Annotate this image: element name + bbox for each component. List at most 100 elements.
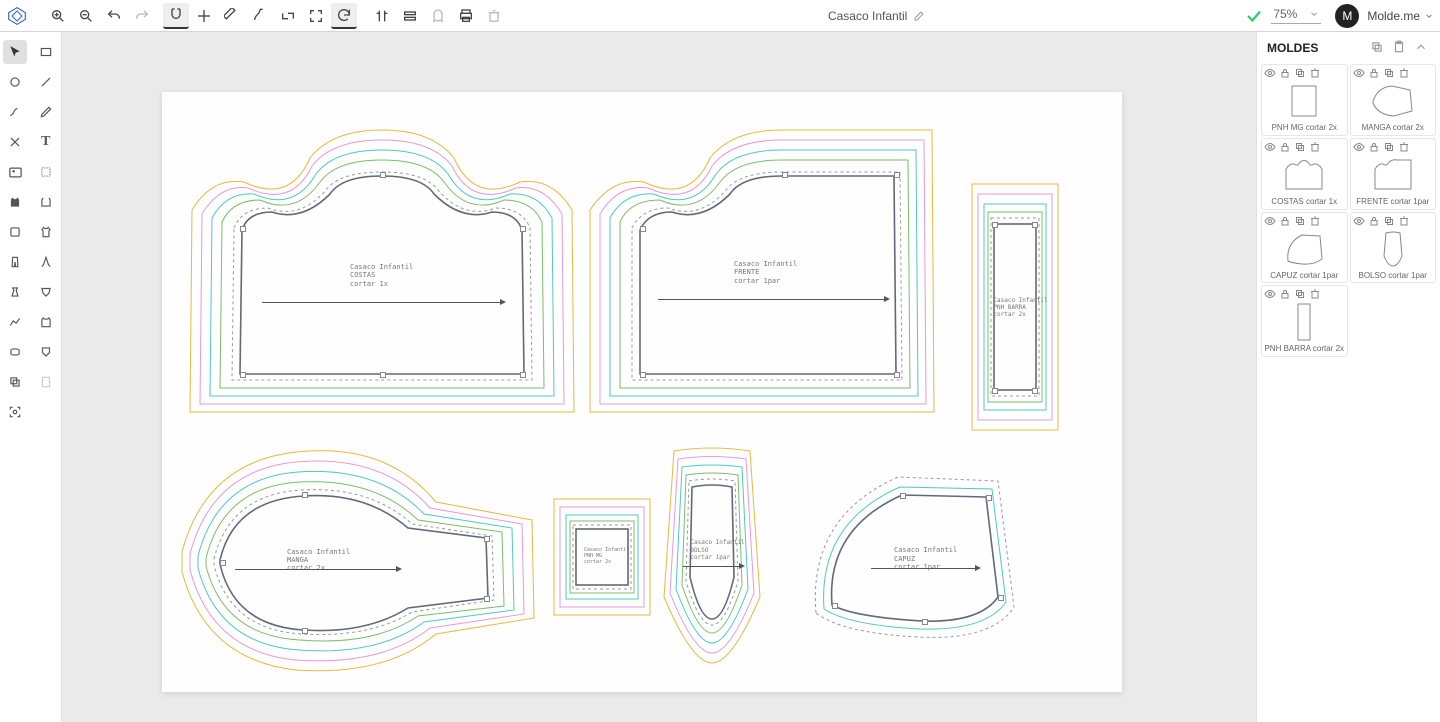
rectangle-tool[interactable] <box>34 40 58 64</box>
zoom-select[interactable]: 75% <box>1271 7 1321 24</box>
item-copy-icon[interactable] <box>1294 288 1307 301</box>
pocket-tool[interactable] <box>34 340 58 364</box>
piece-capuz[interactable]: Casaco InfantilCAPUZcortar 1par <box>802 467 1032 647</box>
item-copy-icon[interactable] <box>1294 215 1307 228</box>
app-logo[interactable] <box>6 5 28 27</box>
piece-manga[interactable]: Casaco InfantilMANGAcortar 2x <box>176 442 546 682</box>
item-trash-icon[interactable] <box>1309 141 1322 154</box>
zoom-value: 75% <box>1273 7 1297 21</box>
path-tool[interactable] <box>3 100 27 124</box>
export-tool[interactable] <box>34 370 58 394</box>
panel-paste-icon[interactable] <box>1392 40 1408 56</box>
item-copy-icon[interactable] <box>1383 67 1396 80</box>
item-copy-icon[interactable] <box>1383 215 1396 228</box>
molde-item[interactable]: MANGA cortar 2x <box>1350 64 1437 136</box>
zoom-in-button[interactable] <box>45 3 71 29</box>
curve-tool-button[interactable] <box>247 3 273 29</box>
user-menu[interactable]: Molde.me <box>1367 9 1434 23</box>
molde-item[interactable]: PNH BARRA cortar 2x <box>1261 285 1348 357</box>
pencil-tool[interactable] <box>34 100 58 124</box>
dress-tool[interactable] <box>3 280 27 304</box>
item-trash-icon[interactable] <box>1398 215 1411 228</box>
piece-costas[interactable]: Casaco InfantilCOSTAScortar 1x <box>182 122 582 422</box>
piece-pnh-barra[interactable]: Casaco InfantilPNH BARRAcortar 2x <box>970 182 1060 432</box>
underwear-tool[interactable] <box>34 280 58 304</box>
item-copy-icon[interactable] <box>1294 67 1307 80</box>
item-eye-icon[interactable] <box>1353 215 1366 228</box>
molde-item[interactable]: PNH MG cortar 2x <box>1261 64 1348 136</box>
item-lock-icon[interactable] <box>1279 67 1292 80</box>
undo-button[interactable] <box>101 3 127 29</box>
saved-check-icon <box>1245 7 1263 25</box>
item-copy-icon[interactable] <box>1294 141 1307 154</box>
item-trash-icon[interactable] <box>1309 67 1322 80</box>
pants-tool[interactable] <box>3 250 27 274</box>
fit-screen-button[interactable] <box>303 3 329 29</box>
item-eye-icon[interactable] <box>1353 141 1366 154</box>
image-tool[interactable] <box>3 160 27 184</box>
refresh-button[interactable] <box>331 3 357 29</box>
panel-collapse-icon[interactable] <box>1414 40 1430 56</box>
item-eye-icon[interactable] <box>1264 141 1277 154</box>
cut-tool[interactable] <box>3 130 27 154</box>
item-eye-icon[interactable] <box>1264 288 1277 301</box>
graph-tool[interactable] <box>3 310 27 334</box>
body-back-tool[interactable] <box>34 190 58 214</box>
ellipse-tool[interactable] <box>3 70 27 94</box>
item-lock-icon[interactable] <box>1368 141 1381 154</box>
item-lock-icon[interactable] <box>1368 215 1381 228</box>
center-cross-button[interactable] <box>191 3 217 29</box>
piece-bolso[interactable]: Casaco InfantilBOLSOcortar 1par <box>652 447 772 667</box>
molde-item[interactable]: BOLSO cortar 1par <box>1350 212 1437 284</box>
piece-label: Casaco InfantilBOLSOcortar 1par <box>690 539 744 561</box>
scan-tool[interactable] <box>3 400 27 424</box>
item-trash-icon[interactable] <box>1309 288 1322 301</box>
user-avatar[interactable]: M <box>1335 4 1359 28</box>
mirror-tool-button[interactable] <box>275 3 301 29</box>
flip-h-button[interactable] <box>369 3 395 29</box>
skirt-tool[interactable] <box>34 250 58 274</box>
notch-tool[interactable] <box>34 160 58 184</box>
molde-caption: COSTAS cortar 1x <box>1271 198 1337 207</box>
shirt-tool[interactable] <box>34 220 58 244</box>
snap-magnet-button[interactable] <box>163 3 189 29</box>
empty-tool <box>34 400 58 424</box>
delete-button[interactable] <box>481 3 507 29</box>
item-eye-icon[interactable] <box>1264 215 1277 228</box>
item-copy-icon[interactable] <box>1383 141 1396 154</box>
canvas-area[interactable]: Casaco InfantilCOSTAScortar 1x Casaco In… <box>62 32 1256 722</box>
ruler-button[interactable] <box>219 3 245 29</box>
item-lock-icon[interactable] <box>1279 288 1292 301</box>
item-eye-icon[interactable] <box>1264 67 1277 80</box>
sleeve-tool[interactable] <box>3 220 27 244</box>
item-trash-icon[interactable] <box>1398 141 1411 154</box>
molde-item[interactable]: CAPUZ cortar 1par <box>1261 212 1348 284</box>
molde-thumbnail <box>1279 228 1329 270</box>
text-tool[interactable]: T <box>34 130 58 154</box>
flip-v-button[interactable] <box>397 3 423 29</box>
item-lock-icon[interactable] <box>1279 141 1292 154</box>
item-lock-icon[interactable] <box>1368 67 1381 80</box>
item-lock-icon[interactable] <box>1279 215 1292 228</box>
molde-thumbnail <box>1279 154 1329 196</box>
select-tool[interactable] <box>3 40 27 64</box>
item-trash-icon[interactable] <box>1398 67 1411 80</box>
ghost-button[interactable] <box>425 3 451 29</box>
item-eye-icon[interactable] <box>1353 67 1366 80</box>
piece-pnh-mg[interactable]: Casaco InfantilPNH MGcortar 2x <box>552 497 652 617</box>
molde-item[interactable]: COSTAS cortar 1x <box>1261 138 1348 210</box>
redo-button[interactable] <box>129 3 155 29</box>
line-tool[interactable] <box>34 70 58 94</box>
panel-copy-icon[interactable] <box>1370 40 1386 56</box>
jacket-tool[interactable] <box>34 310 58 334</box>
copy-tool[interactable] <box>3 370 27 394</box>
molde-item[interactable]: FRENTE cortar 1par <box>1350 138 1437 210</box>
user-name-label: Molde.me <box>1367 9 1420 23</box>
body-front-tool[interactable] <box>3 190 27 214</box>
print-button[interactable] <box>453 3 479 29</box>
edit-title-icon[interactable] <box>913 10 925 22</box>
piece-frente[interactable]: Casaco InfantilFRENTEcortar 1par <box>582 122 962 422</box>
mask-tool[interactable] <box>3 340 27 364</box>
item-trash-icon[interactable] <box>1309 215 1322 228</box>
zoom-out-button[interactable] <box>73 3 99 29</box>
